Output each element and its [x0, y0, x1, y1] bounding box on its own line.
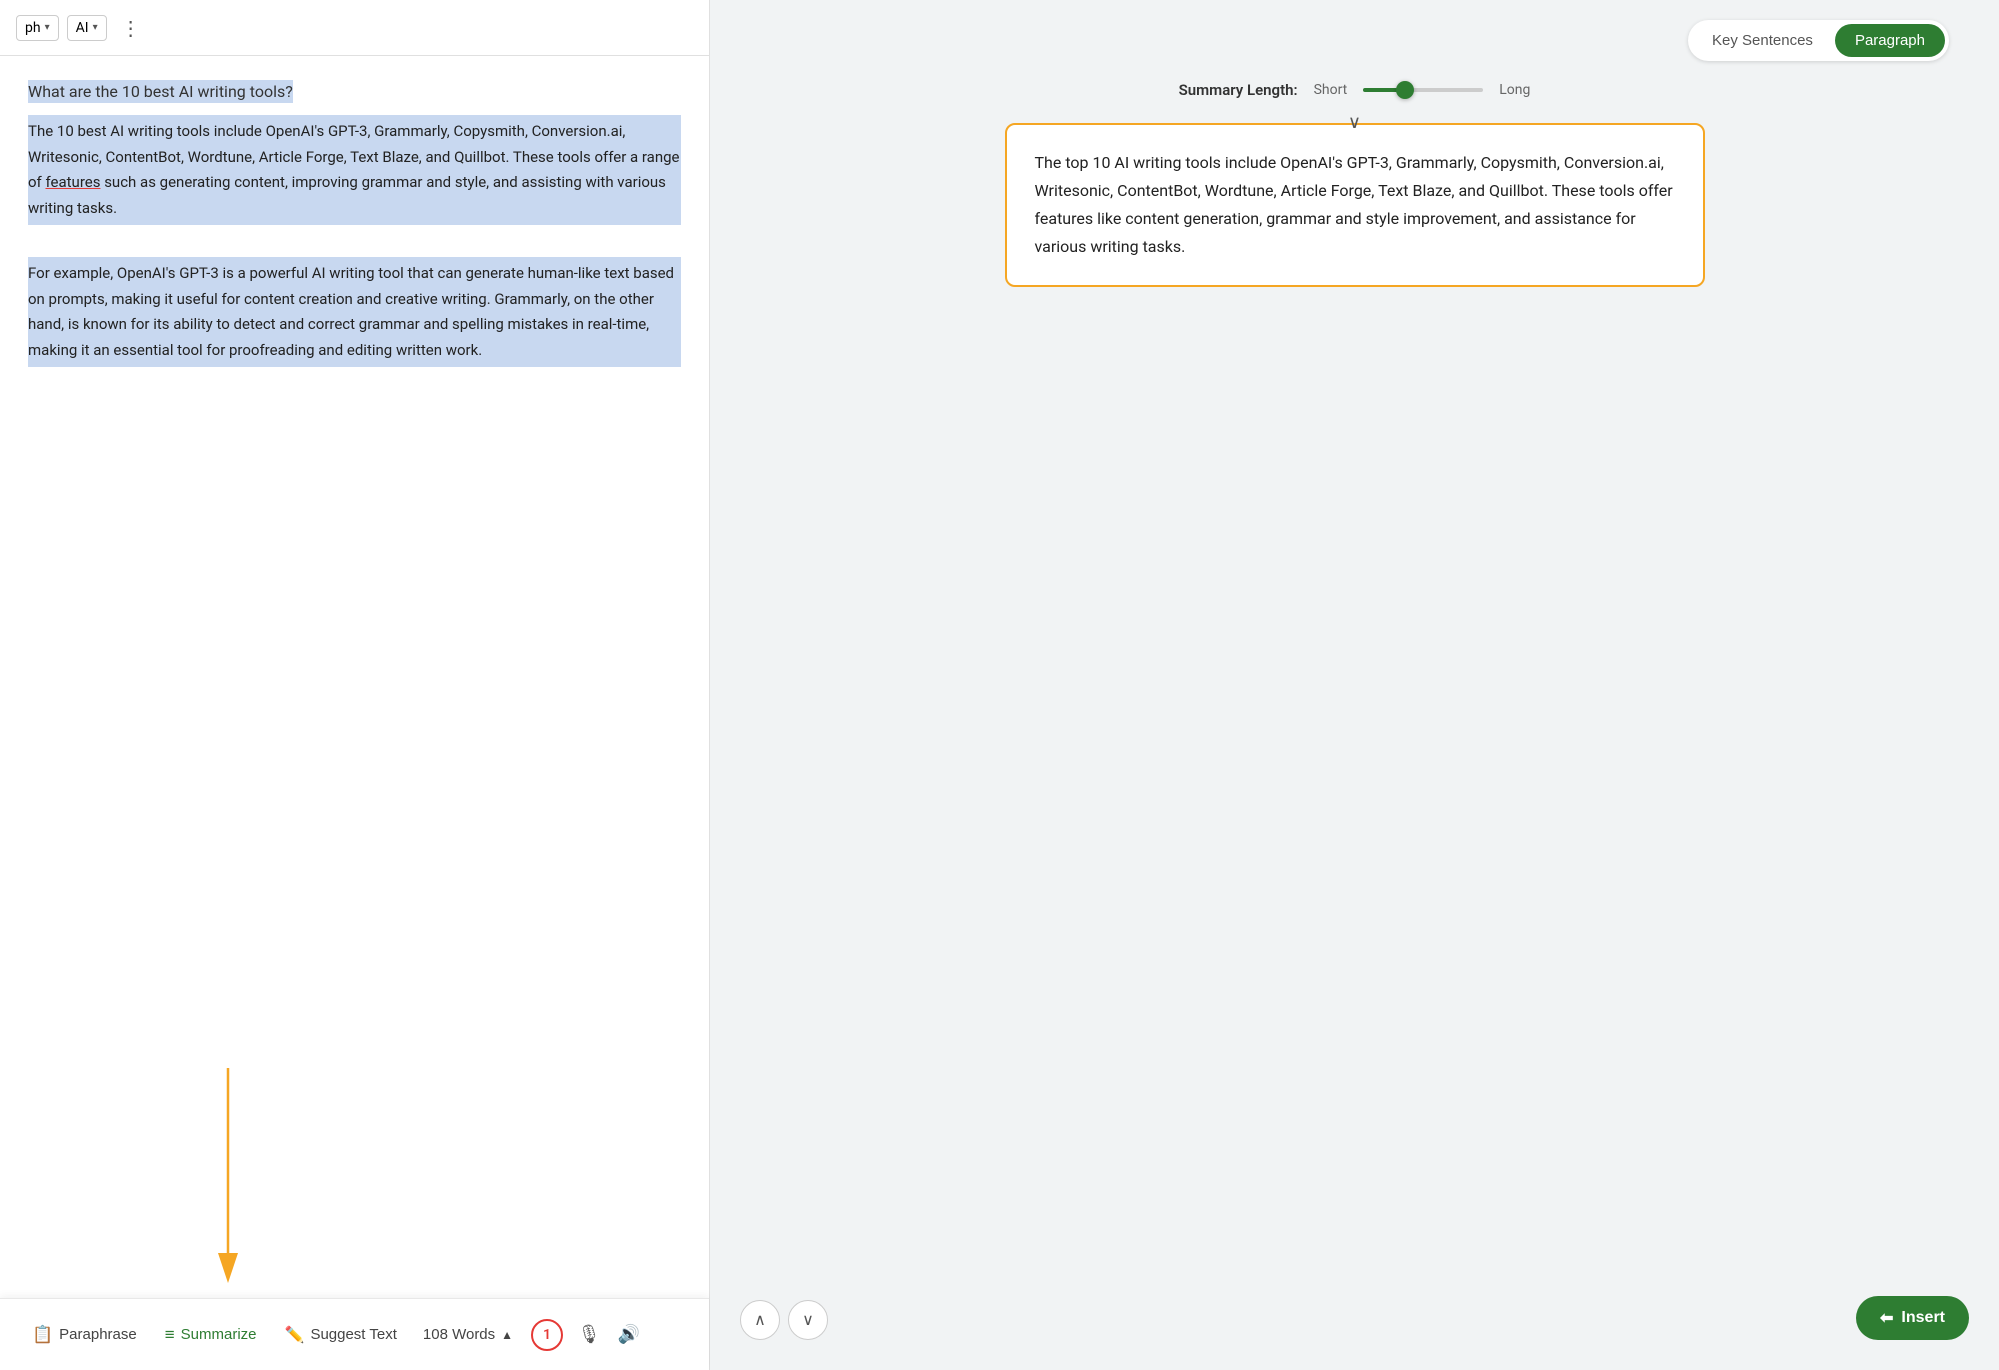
microphone-button[interactable]: 🎙	[571, 1317, 607, 1353]
long-label: Long	[1499, 82, 1530, 98]
suggest-text-button[interactable]: ✏️ Suggest Text	[273, 1317, 409, 1353]
suggest-icon: ✏️	[285, 1325, 305, 1345]
editor-paragraph-1: The 10 best AI writing tools include Ope…	[28, 115, 681, 225]
bottom-toolbar: 📋 Paraphrase ≡ Summarize ✏️ Suggest Text…	[0, 1298, 709, 1370]
summary-text: The top 10 AI writing tools include Open…	[1035, 153, 1673, 256]
summarize-icon: ≡	[165, 1325, 175, 1345]
key-sentences-toggle[interactable]: Key Sentences	[1692, 24, 1833, 57]
nav-up-button[interactable]: ∧	[740, 1300, 780, 1340]
paragraph-2-text: For example, OpenAI's GPT-3 is a powerfu…	[28, 264, 674, 359]
summarize-button[interactable]: ≡ Summarize	[153, 1317, 269, 1353]
nav-down-icon: ∨	[802, 1310, 814, 1330]
ai-label: AI	[76, 20, 89, 36]
insert-label: Insert	[1901, 1309, 1945, 1327]
badge-count: 1	[543, 1327, 551, 1343]
nav-up-icon: ∧	[754, 1310, 766, 1330]
font-chevron-icon: ▾	[45, 22, 50, 33]
editor-content[interactable]: What are the 10 best AI writing tools? T…	[0, 56, 709, 1298]
summary-length-slider[interactable]	[1363, 88, 1483, 92]
summary-dropdown-arrow-icon: ∨	[1348, 107, 1361, 139]
paraphrase-button[interactable]: 📋 Paraphrase	[20, 1317, 149, 1353]
volume-icon: 🔊	[618, 1324, 640, 1345]
word-count-button[interactable]: 108 Words ▲	[413, 1318, 523, 1351]
paraphrase-label: Paraphrase	[59, 1326, 137, 1343]
insert-icon: ⬅	[1880, 1308, 1893, 1328]
right-panel: Key Sentences Paragraph Summary Length: …	[710, 0, 1999, 1370]
word-count-chevron-icon: ▲	[501, 1328, 513, 1342]
summary-length-row: Summary Length: Short Long	[740, 81, 1969, 99]
insert-button[interactable]: ⬅ Insert	[1856, 1296, 1969, 1340]
microphone-icon: 🎙	[578, 1324, 601, 1345]
summary-box: ∨ The top 10 AI writing tools include Op…	[1005, 123, 1705, 287]
ai-chevron-icon: ▾	[93, 22, 98, 33]
right-bottom-nav: ∧ ∨	[740, 1300, 828, 1340]
right-top-bar: Key Sentences Paragraph	[740, 20, 1969, 61]
paragraph-toggle[interactable]: Paragraph	[1835, 24, 1945, 57]
slider-track	[1363, 88, 1483, 92]
mode-toggle-group: Key Sentences Paragraph	[1688, 20, 1949, 61]
editor-paragraph-2: For example, OpenAI's GPT-3 is a powerfu…	[28, 257, 681, 367]
more-options-button[interactable]: ⋮	[115, 12, 147, 44]
paraphrase-icon: 📋	[32, 1325, 53, 1345]
font-dropdown[interactable]: ph ▾	[16, 15, 59, 41]
short-label: Short	[1314, 82, 1348, 98]
editor-toolbar: ph ▾ AI ▾ ⋮	[0, 0, 709, 56]
summary-length-label: Summary Length:	[1179, 81, 1298, 99]
font-label: ph	[25, 20, 41, 36]
paragraph-1-text: The 10 best AI writing tools include Ope…	[28, 122, 680, 217]
notification-badge[interactable]: 1	[531, 1319, 563, 1351]
volume-button[interactable]: 🔊	[611, 1317, 647, 1353]
nav-down-button[interactable]: ∨	[788, 1300, 828, 1340]
suggest-text-label: Suggest Text	[310, 1326, 396, 1343]
editor-question: What are the 10 best AI writing tools?	[28, 80, 293, 103]
underline-word: features	[46, 173, 101, 191]
summarize-label: Summarize	[181, 1326, 257, 1343]
word-count-label: 108 Words	[423, 1326, 495, 1343]
slider-thumb	[1396, 81, 1414, 99]
ai-dropdown[interactable]: AI ▾	[67, 15, 107, 41]
editor-panel: ph ▾ AI ▾ ⋮ What are the 10 best AI writ…	[0, 0, 710, 1370]
